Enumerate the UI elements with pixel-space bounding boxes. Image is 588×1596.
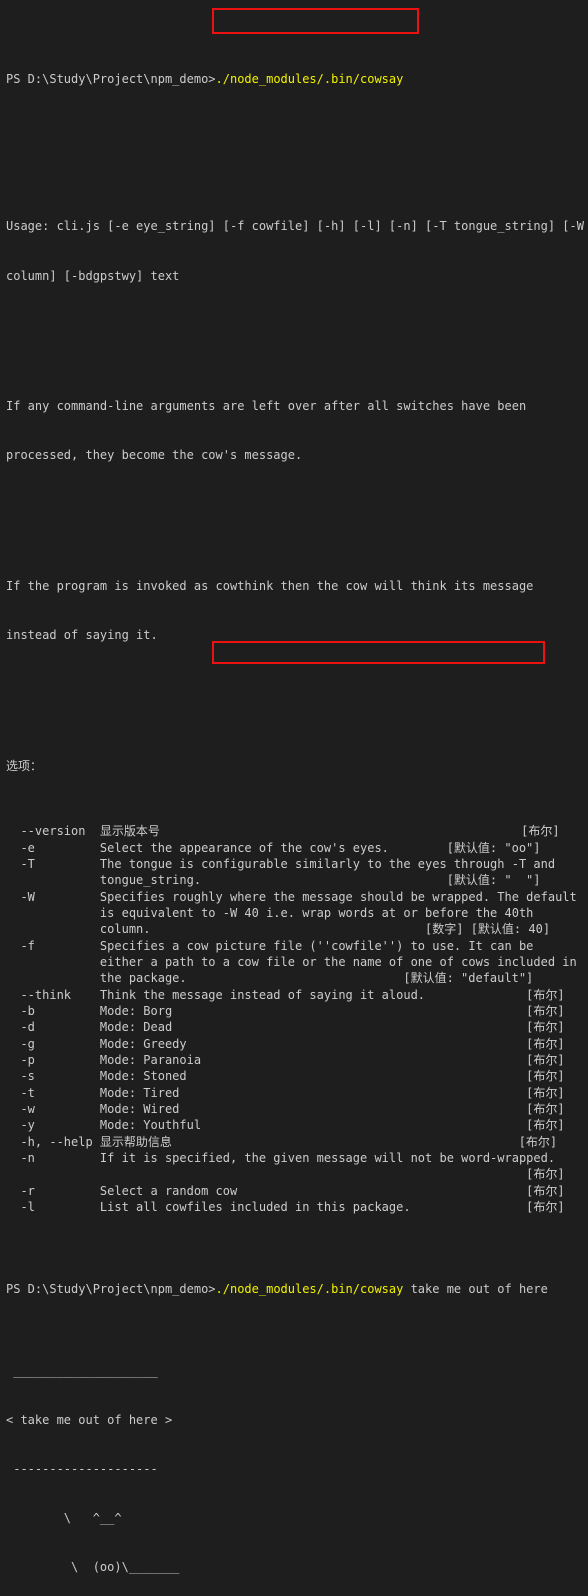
option-line: -h, --help 显示帮助信息 [布尔] [6,1134,558,1149]
option-line: either a path to a cow file or the name … [6,954,577,969]
option-line: -b Mode: Borg [布尔] [6,1003,565,1018]
option-line: -g Mode: Greedy [布尔] [6,1036,565,1051]
command-input-1[interactable]: ./node_modules/.bin/cowsay [216,72,404,86]
option-line: -d Mode: Dead [布尔] [6,1020,565,1035]
speech-bubble-top: ____________________ [6,1363,158,1378]
highlight-box-command-2 [212,641,545,664]
command-args-2[interactable]: take me out of here [403,1282,548,1296]
option-line: -s Mode: Stoned [布尔] [6,1069,565,1084]
option-line: -n If it is specified, the given message… [6,1151,556,1166]
option-line: tongue_string. [默认值: " "] [6,873,541,888]
option-line: -w Mode: Wired [布尔] [6,1102,565,1117]
usage-line-1: Usage: cli.js [-e eye_string] [-f cowfil… [6,219,584,234]
option-line: --think Think the message instead of say… [6,987,565,1002]
option-line: -p Mode: Paranoia [布尔] [6,1053,565,1067]
option-line: -t Mode: Tired [布尔] [6,1085,565,1100]
speech-bubble-text: < take me out of here > [6,1412,173,1427]
option-line: [布尔] [6,1167,565,1182]
paragraph-1-line-2: processed, they become the cow's message… [6,448,303,463]
speech-bubble-bottom: -------------------- [6,1461,158,1476]
paragraph-1-line-1: If any command-line arguments are left o… [6,399,527,414]
option-line: -T The tongue is configurable similarly … [6,856,556,871]
options-heading: 选项： [6,758,43,773]
shell-prompt-2: PS D:\Study\Project\npm_demo> [6,1281,216,1296]
paragraph-2-line-1: If the program is invoked as cowthink th… [6,579,534,594]
paragraph-2-line-2: instead of saying it. [6,628,158,643]
option-line: -y Mode: Youthful [布尔] [6,1118,565,1133]
highlight-box-command-1 [212,8,419,34]
option-line: the package. [默认值: "default"] [6,971,534,986]
command-input-2[interactable]: ./node_modules/.bin/cowsay [216,1282,404,1296]
option-line: -W Specifies roughly where the message s… [6,889,577,904]
usage-line-2: column] [-bdgpstwy] text [6,268,180,283]
shell-prompt-1: PS D:\Study\Project\npm_demo> [6,72,216,87]
option-line: column. [数字] [默认值: 40] [6,922,551,937]
option-line: is equivalent to -W 40 i.e. wrap words a… [6,905,534,920]
cow-art-line-1: \ ^__^ [6,1510,122,1525]
prompt-line-2: PS D:\Study\Project\npm_demo>./node_modu… [6,1281,588,1297]
option-line: --version 显示版本号 [布尔] [6,824,560,839]
option-line: -l List all cowfiles included in this pa… [6,1200,565,1215]
option-line: -e Select the appearance of the cow's ey… [6,840,541,855]
option-line: -r Select a random cow [布尔] [6,1183,565,1198]
prompt-line-1: PS D:\Study\Project\npm_demo>./node_modu… [6,71,588,87]
cow-art-line-2: \ (oo)\_______ [6,1559,180,1574]
option-line: -f Specifies a cow picture file (''cowfi… [6,938,534,953]
terminal-window[interactable]: PS D:\Study\Project\npm_demo>./node_modu… [0,0,588,1574]
options-list: --version 显示版本号 [布尔] -e Select the appea… [6,823,588,1215]
